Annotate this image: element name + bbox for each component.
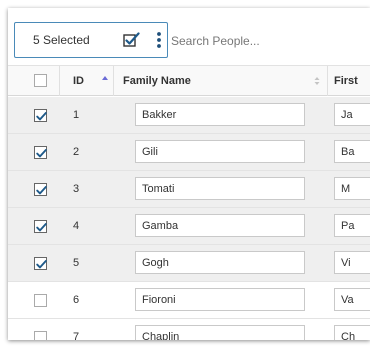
first-name-field[interactable] (334, 251, 370, 274)
table-row[interactable]: 6 (8, 282, 370, 319)
header-family-name-label: Family Name (123, 75, 191, 87)
row-id: 5 (73, 257, 80, 269)
row-id: 3 (73, 183, 80, 195)
row-select-checkbox[interactable] (34, 109, 47, 122)
sort-ascending-icon[interactable] (101, 74, 109, 86)
first-name-field[interactable] (334, 103, 370, 126)
family-name-field[interactable] (135, 214, 305, 237)
grid-header: ID Family Name First (8, 66, 370, 96)
family-name-field[interactable] (135, 288, 305, 311)
row-select-checkbox[interactable] (34, 183, 47, 196)
search-people-input[interactable] (171, 30, 361, 52)
first-name-field[interactable] (334, 325, 370, 340)
row-id: 2 (73, 146, 80, 158)
row-select-checkbox[interactable] (34, 294, 47, 307)
first-name-field[interactable] (334, 214, 370, 237)
header-id-label: ID (73, 75, 84, 87)
first-name-field[interactable] (334, 288, 370, 311)
family-name-field[interactable] (135, 140, 305, 163)
row-id: 1 (73, 109, 80, 121)
people-grid-panel: 5 Selected ID (8, 8, 370, 340)
table-row[interactable]: 7 (8, 319, 370, 340)
header-first-name-label: First (334, 75, 358, 87)
table-row[interactable]: 2 (8, 134, 370, 171)
selection-summary: 5 Selected (14, 22, 168, 58)
header-family-name[interactable]: Family Name (114, 66, 328, 96)
header-first-name[interactable]: First (328, 66, 370, 96)
table-row[interactable]: 1 (8, 97, 370, 134)
row-select-checkbox[interactable] (34, 220, 47, 233)
family-name-field[interactable] (135, 177, 305, 200)
row-id: 7 (73, 331, 80, 340)
grid-toolbar: 5 Selected (8, 8, 370, 66)
sort-both-icon[interactable] (313, 75, 321, 87)
select-all-checkbox-icon[interactable] (123, 32, 141, 48)
row-id: 6 (73, 294, 80, 306)
row-select-checkbox[interactable] (34, 331, 47, 340)
kebab-menu-icon[interactable] (156, 31, 162, 49)
family-name-field[interactable] (135, 103, 305, 126)
table-row[interactable]: 5 (8, 245, 370, 282)
header-id[interactable]: ID (60, 66, 114, 96)
family-name-field[interactable] (135, 251, 305, 274)
selected-count-label: 5 Selected (33, 33, 90, 47)
table-row[interactable]: 4 (8, 208, 370, 245)
first-name-field[interactable] (334, 177, 370, 200)
family-name-field[interactable] (135, 325, 305, 340)
row-id: 4 (73, 220, 80, 232)
header-select-checkbox[interactable] (34, 74, 47, 87)
header-select-all-cell (8, 66, 60, 96)
row-select-checkbox[interactable] (34, 146, 47, 159)
row-select-checkbox[interactable] (34, 257, 47, 270)
first-name-field[interactable] (334, 140, 370, 163)
table-row[interactable]: 3 (8, 171, 370, 208)
